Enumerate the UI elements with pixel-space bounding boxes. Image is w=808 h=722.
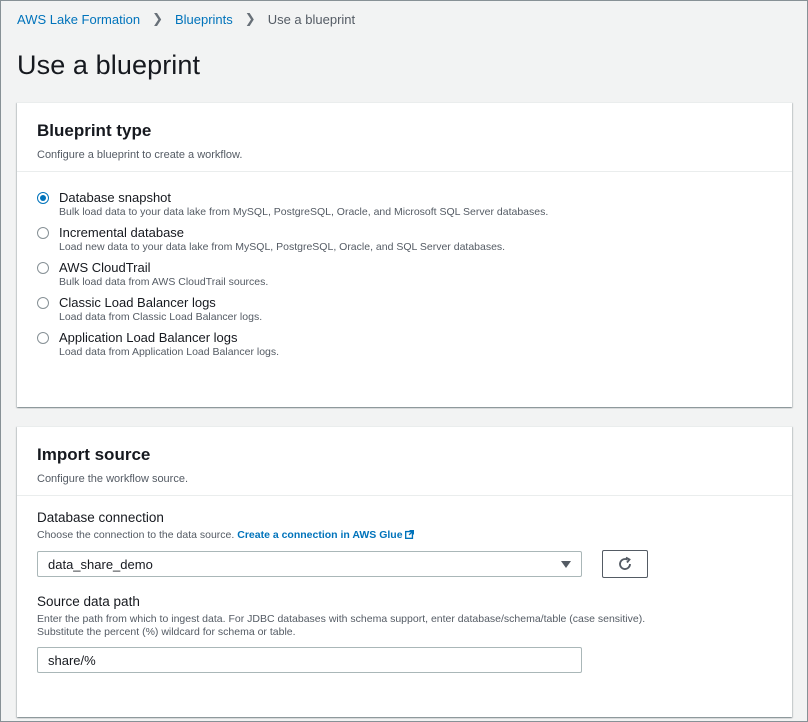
radio-incremental-database[interactable] (37, 227, 49, 239)
import-source-title: Import source (37, 445, 151, 464)
refresh-icon (619, 556, 631, 570)
blueprint-type-header: Blueprint type Configure a blueprint to … (17, 103, 792, 172)
option-description: Bulk load data from AWS CloudTrail sourc… (59, 276, 269, 288)
refresh-button[interactable] (602, 550, 648, 578)
create-connection-link-text: Create a connection in AWS Glue (237, 529, 403, 541)
create-connection-link[interactable]: Create a connection in AWS Glue (237, 529, 414, 541)
blueprint-type-title: Blueprint type (37, 121, 152, 140)
source-path-desc-line2: Substitute the percent (%) wildcard for … (37, 626, 296, 638)
breadcrumb-blueprints[interactable]: Blueprints (175, 12, 233, 27)
option-description: Load data from Classic Load Balancer log… (59, 311, 263, 323)
option-description: Load data from Application Load Balancer… (59, 346, 280, 358)
db-connection-description: Choose the connection to the data source… (37, 529, 772, 542)
source-path-description: Enter the path from which to ingest data… (37, 613, 772, 639)
db-connection-select[interactable]: data_share_demo (37, 551, 582, 577)
blueprint-type-panel: Blueprint type Configure a blueprint to … (17, 102, 792, 407)
option-label: Classic Load Balancer logs (59, 295, 216, 310)
source-path-value: share/% (48, 652, 96, 668)
breadcrumb: AWS Lake Formation ❯ Blueprints ❯ Use a … (17, 11, 355, 27)
chevron-right-icon: ❯ (152, 11, 163, 26)
option-aws-cloudtrail[interactable]: AWS CloudTrail Bulk load data from AWS C… (37, 260, 772, 289)
db-connection-desc-text: Choose the connection to the data source… (37, 529, 235, 541)
import-source-panel: Import source Configure the workflow sou… (17, 426, 792, 717)
page-title: Use a blueprint (17, 50, 201, 80)
option-application-load-balancer-logs[interactable]: Application Load Balancer logs Load data… (37, 330, 772, 359)
option-description: Load new data to your data lake from MyS… (59, 241, 506, 253)
db-connection-label: Database connection (37, 510, 164, 525)
caret-down-icon (561, 560, 571, 568)
option-label: Database snapshot (59, 190, 172, 205)
radio-application-load-balancer-logs[interactable] (37, 332, 49, 344)
blueprint-type-description: Configure a blueprint to create a workfl… (37, 149, 243, 161)
import-source-body: Database connection Choose the connectio… (17, 496, 792, 687)
breadcrumb-current: Use a blueprint (267, 11, 356, 27)
source-path-input[interactable]: share/% (37, 647, 582, 673)
radio-aws-cloudtrail[interactable] (37, 262, 49, 274)
db-connection-row: data_share_demo (37, 550, 772, 578)
external-link-icon (404, 530, 414, 539)
breadcrumb-lake-formation[interactable]: AWS Lake Formation (17, 12, 140, 27)
db-connection-value: data_share_demo (48, 556, 153, 572)
source-path-desc-line1: Enter the path from which to ingest data… (37, 613, 646, 625)
option-label: AWS CloudTrail (59, 260, 151, 275)
import-source-header: Import source Configure the workflow sou… (17, 427, 792, 496)
blueprint-type-options: Database snapshot Bulk load data to your… (17, 172, 792, 379)
import-source-description: Configure the workflow source. (37, 473, 189, 485)
option-incremental-database[interactable]: Incremental database Load new data to yo… (37, 225, 772, 254)
option-label: Application Load Balancer logs (59, 330, 238, 345)
source-path-label: Source data path (37, 594, 140, 609)
radio-database-snapshot[interactable] (37, 192, 49, 204)
radio-classic-load-balancer-logs[interactable] (37, 297, 49, 309)
option-label: Incremental database (59, 225, 185, 240)
chevron-right-icon: ❯ (244, 11, 256, 26)
option-database-snapshot[interactable]: Database snapshot Bulk load data to your… (37, 190, 772, 219)
option-description: Bulk load data to your data lake from My… (59, 206, 549, 218)
option-classic-load-balancer-logs[interactable]: Classic Load Balancer logs Load data fro… (37, 295, 772, 324)
